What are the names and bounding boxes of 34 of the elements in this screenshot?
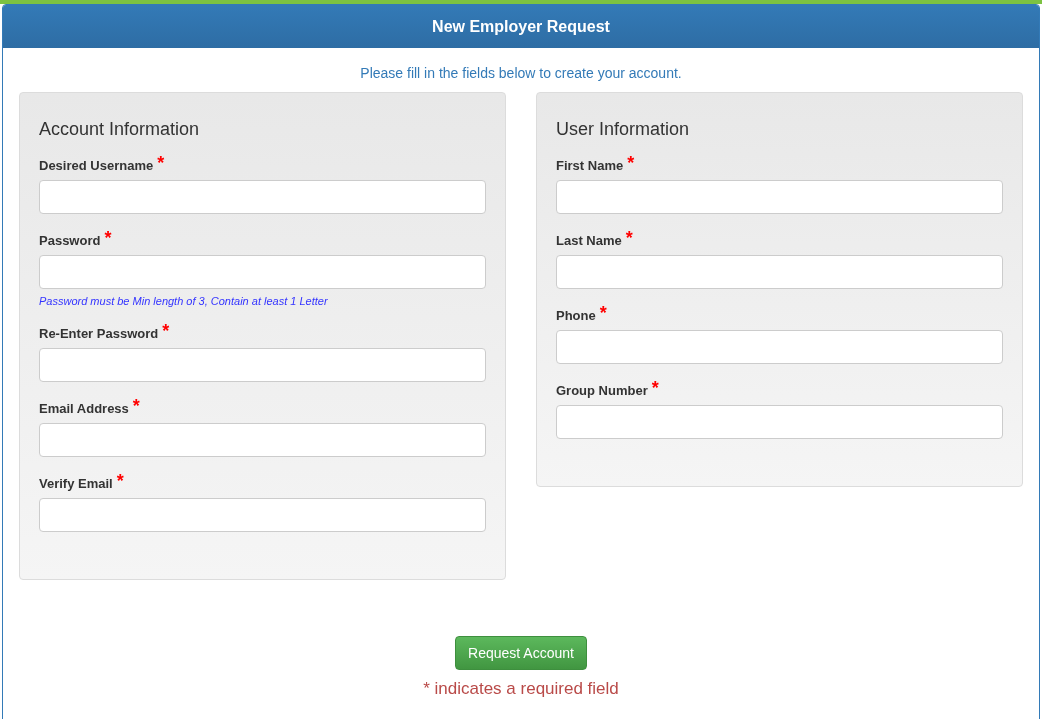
field-label: Email Address bbox=[39, 401, 129, 416]
required-mark: * bbox=[116, 472, 124, 490]
request-account-button[interactable]: Request Account bbox=[455, 636, 587, 670]
intro-text: Please fill in the fields below to create your account. bbox=[359, 65, 683, 81]
input-field[interactable] bbox=[39, 348, 486, 382]
field-label: Verify Email bbox=[39, 476, 113, 491]
section-title: User Information bbox=[556, 119, 691, 140]
required-note: * indicates a required field bbox=[423, 679, 619, 699]
required-mark: * bbox=[157, 154, 165, 172]
required-mark: * bbox=[625, 229, 633, 247]
required-mark: * bbox=[132, 397, 140, 415]
input-field[interactable] bbox=[39, 423, 486, 457]
input-field[interactable] bbox=[556, 255, 1003, 289]
field-label: Password bbox=[39, 233, 101, 248]
field-label: Desired Username bbox=[39, 158, 154, 173]
required-mark: * bbox=[162, 322, 170, 340]
required-mark: * bbox=[104, 229, 112, 247]
input-field[interactable] bbox=[39, 255, 486, 289]
field-label: Phone bbox=[556, 308, 596, 323]
input-field[interactable] bbox=[39, 180, 486, 214]
required-mark: * bbox=[651, 379, 659, 397]
field-label: First Name bbox=[556, 158, 624, 173]
required-mark: * bbox=[627, 154, 635, 172]
field-hint: Password must be Min length of 3, Contain at least 1 Letter bbox=[39, 295, 329, 307]
input-field[interactable] bbox=[556, 405, 1003, 439]
field-label: Re-Enter Password bbox=[39, 326, 159, 341]
field-label: Group Number bbox=[556, 383, 648, 398]
required-mark: * bbox=[599, 304, 607, 322]
input-field[interactable] bbox=[556, 180, 1003, 214]
input-field[interactable] bbox=[39, 498, 486, 532]
field-label: Last Name bbox=[556, 233, 622, 248]
input-field[interactable] bbox=[556, 330, 1003, 364]
panel-title: New Employer Request bbox=[3, 5, 1039, 48]
section-title: Account Information bbox=[39, 119, 201, 140]
